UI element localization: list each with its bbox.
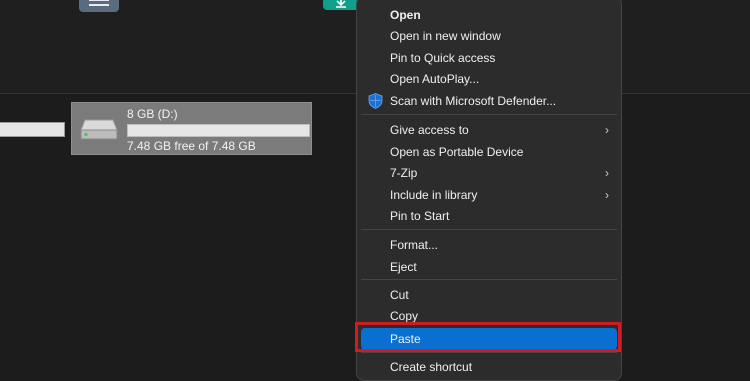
menu-item-label: Format... bbox=[390, 238, 439, 252]
menu-item-scan-with-defender[interactable]: Scan with Microsoft Defender... bbox=[361, 90, 617, 112]
menu-item-label: 7-Zip bbox=[390, 166, 418, 180]
menu-item-label: Open AutoPlay... bbox=[390, 72, 480, 86]
menu-separator bbox=[361, 352, 617, 353]
menu-separator bbox=[361, 114, 617, 115]
chevron-right-icon: › bbox=[605, 188, 609, 202]
chevron-right-icon: › bbox=[605, 123, 609, 137]
menu-item-open-as-portable-device[interactable]: Open as Portable Device bbox=[361, 141, 617, 163]
drive-tile-d[interactable]: 8 GB (D:) 7.48 GB free of 7.48 GB bbox=[71, 102, 312, 155]
drive-free-space: 7.48 GB free of 7.48 GB bbox=[127, 139, 256, 153]
download-arrow-icon bbox=[336, 0, 346, 8]
menu-separator bbox=[361, 229, 617, 230]
menu-item-label: Give access to bbox=[390, 123, 469, 137]
drive-capacity-bar bbox=[127, 124, 310, 137]
menu-item-label: Eject bbox=[390, 260, 417, 274]
menu-item-cut[interactable]: Cut bbox=[361, 284, 617, 306]
shield-icon bbox=[368, 93, 383, 109]
menu-item-label: Include in library bbox=[390, 188, 478, 202]
drive-icon bbox=[80, 119, 118, 140]
menu-item-pin-to-start[interactable]: Pin to Start bbox=[361, 205, 617, 227]
other-drive-capacity-bar bbox=[0, 122, 65, 137]
menu-item-open-autoplay[interactable]: Open AutoPlay... bbox=[361, 68, 617, 90]
menu-item-label: Cut bbox=[390, 288, 409, 302]
menu-item-label: Open in new window bbox=[390, 29, 501, 43]
menu-item-7-zip[interactable]: 7-Zip › bbox=[361, 162, 617, 184]
menu-item-give-access-to[interactable]: Give access to › bbox=[361, 119, 617, 141]
menu-item-label: Pin to Start bbox=[390, 209, 450, 223]
menu-item-open[interactable]: Open bbox=[361, 4, 617, 26]
paste-highlight-annotation bbox=[355, 322, 621, 352]
menu-item-format[interactable]: Format... bbox=[361, 234, 617, 256]
menu-item-open-in-new-window[interactable]: Open in new window bbox=[361, 25, 617, 47]
menu-item-label: Scan with Microsoft Defender... bbox=[390, 94, 557, 108]
menu-item-eject[interactable]: Eject bbox=[361, 256, 617, 278]
menu-separator bbox=[361, 279, 617, 280]
download-icon[interactable] bbox=[323, 0, 359, 10]
menu-icon[interactable] bbox=[79, 0, 119, 12]
menu-item-label: Open as Portable Device bbox=[390, 145, 524, 159]
menu-item-label: Pin to Quick access bbox=[390, 51, 496, 65]
chevron-right-icon: › bbox=[605, 166, 609, 180]
menu-item-include-in-library[interactable]: Include in library › bbox=[361, 184, 617, 206]
drive-name: 8 GB (D:) bbox=[127, 107, 178, 121]
menu-item-label: Open bbox=[390, 8, 421, 22]
menu-item-pin-to-quick-access[interactable]: Pin to Quick access bbox=[361, 47, 617, 69]
